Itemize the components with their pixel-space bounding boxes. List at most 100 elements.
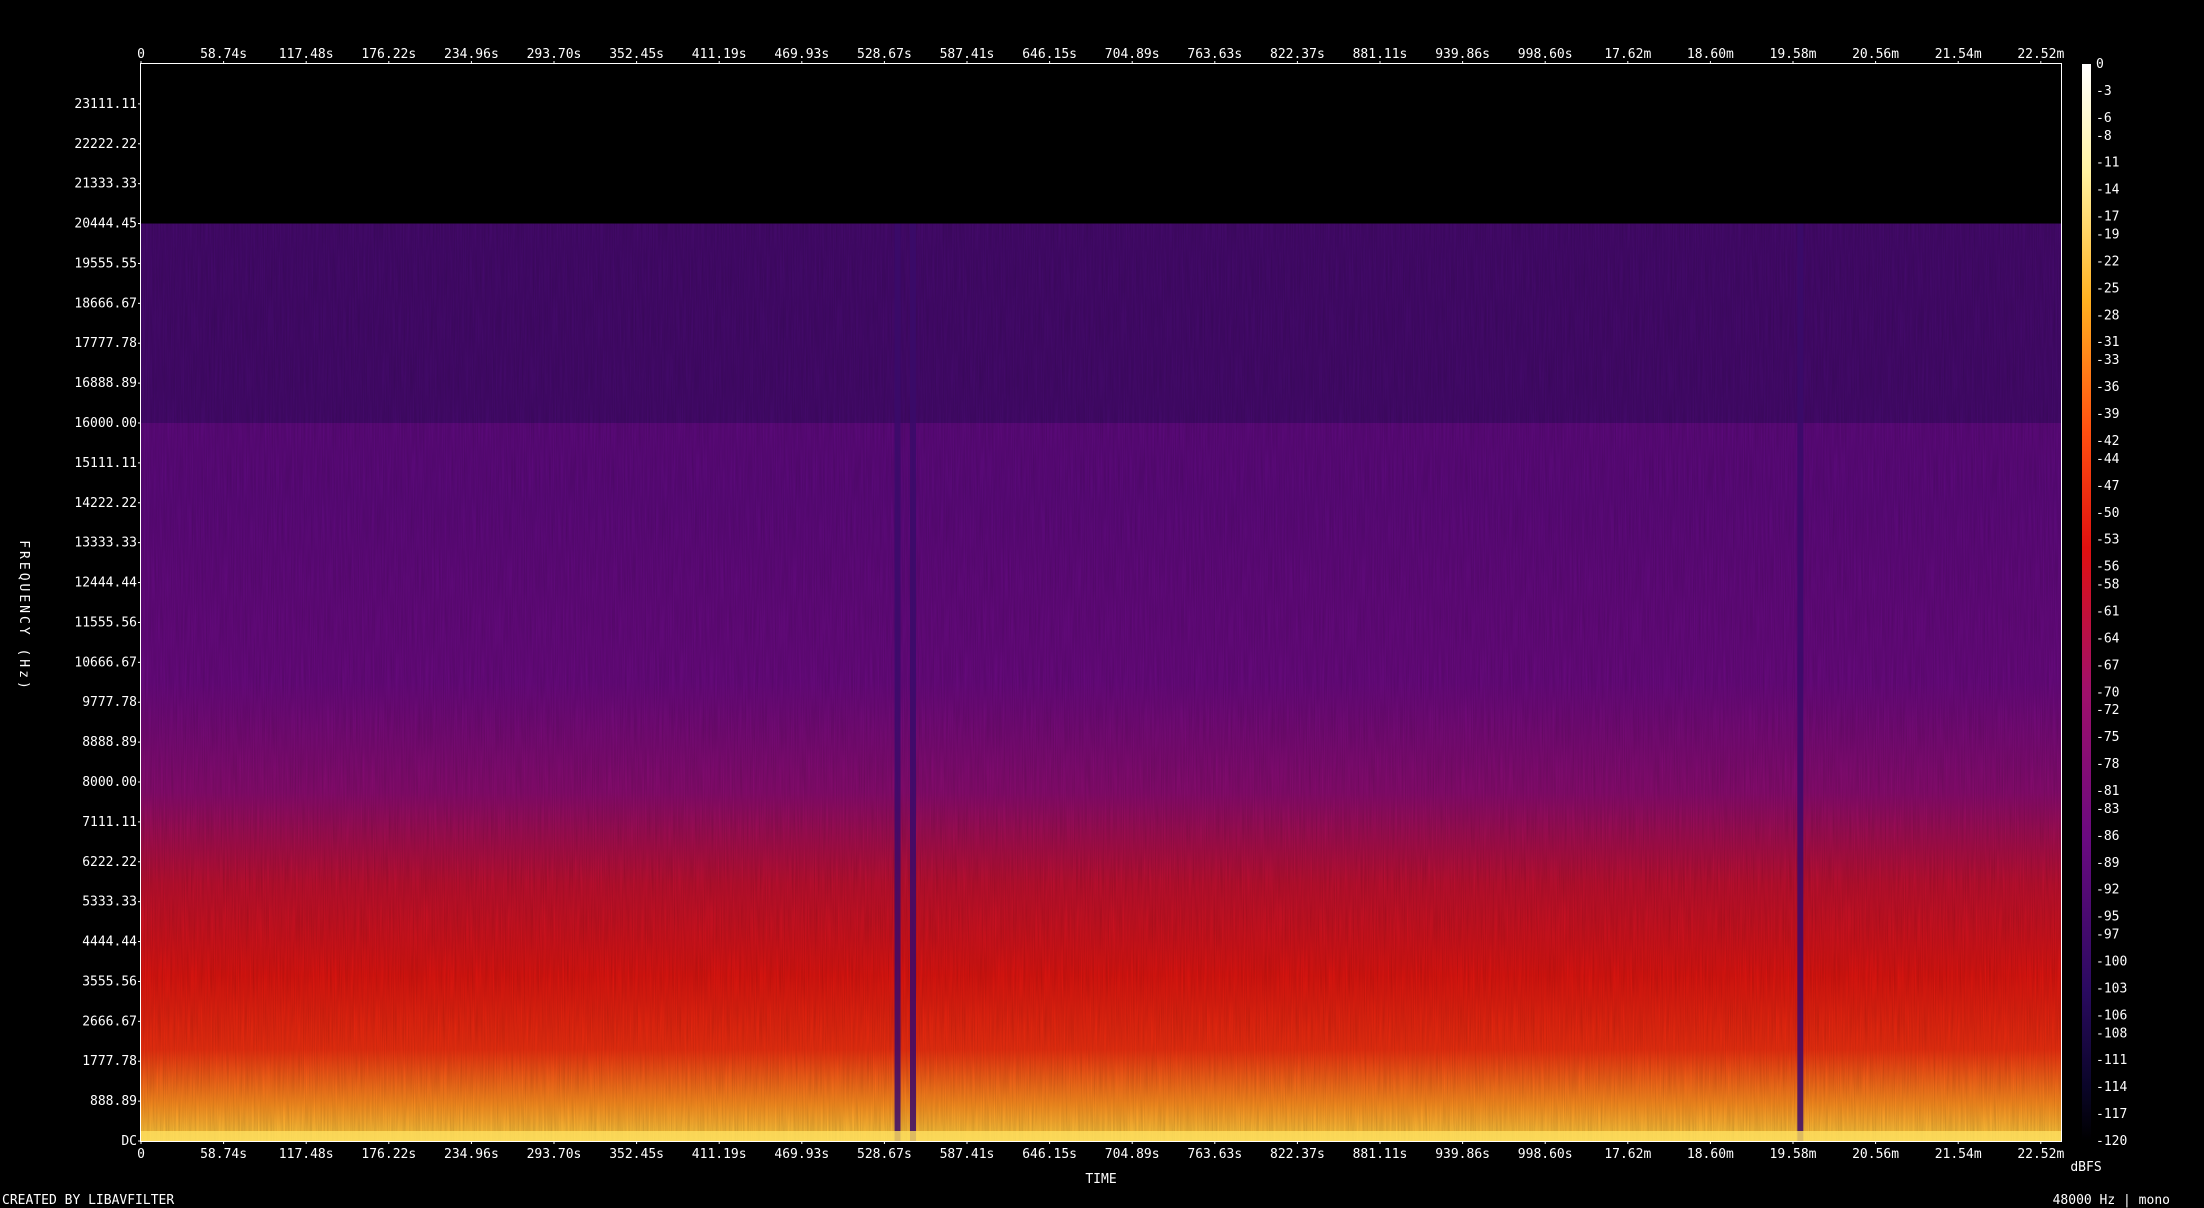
y-tick-label: 21333.33 (74, 177, 137, 192)
x-tick-label: 176.22s (361, 1147, 416, 1162)
x-tick-label: 58.74s (200, 1147, 247, 1162)
colorbar-tick-label: -25 (2096, 281, 2119, 296)
silence-gap (894, 223, 901, 1141)
x-tick-label-top: 646.15s (1022, 47, 1077, 62)
colorbar-tick-label: -50 (2096, 506, 2119, 521)
y-tick-label: 16888.89 (74, 376, 137, 391)
x-tick-label: 939.86s (1435, 1147, 1490, 1162)
x-tick-label-top: 19.58m (1770, 47, 1817, 62)
x-tick-label-top: 763.63s (1187, 47, 1242, 62)
colorbar-tick-label: -95 (2096, 910, 2119, 925)
x-tick-label: 998.60s (1518, 1147, 1573, 1162)
x-tick-label: 763.63s (1187, 1147, 1242, 1162)
x-tick-label: 528.67s (857, 1147, 912, 1162)
y-tick-label: 10666.67 (74, 655, 137, 670)
colorbar-tick-label: -39 (2096, 407, 2119, 422)
colorbar-tick-label: -117 (2096, 1107, 2127, 1122)
y-tick-label: 1777.78 (82, 1054, 137, 1069)
x-tick-label-top: 998.60s (1518, 47, 1573, 62)
x-tick-label-top: 411.19s (692, 47, 747, 62)
colorbar-tick-label: -100 (2096, 955, 2127, 970)
x-tick-label-top: 21.54m (1935, 47, 1982, 62)
colorbar-tick-label: -97 (2096, 928, 2119, 943)
colorbar-tick-label: -14 (2096, 183, 2120, 198)
colorbar-tick-label: -83 (2096, 802, 2119, 817)
colorbar-tick-label: -58 (2096, 578, 2119, 593)
colorbar-tick-label: -3 (2096, 84, 2112, 99)
x-tick-label: 881.11s (1353, 1147, 1408, 1162)
x-tick-label-top: 234.96s (444, 47, 499, 62)
x-tick-label: 17.62m (1604, 1147, 1651, 1162)
y-tick-label: 3555.56 (82, 974, 137, 989)
y-tick-label: 11555.56 (74, 615, 137, 630)
colorbar-tick-label: -36 (2096, 380, 2119, 395)
colorbar-tick-label: -11 (2096, 156, 2119, 171)
y-tick-label: 888.89 (90, 1094, 137, 1109)
colorbar-tick-label: -28 (2096, 308, 2119, 323)
y-tick-label: 15111.11 (74, 456, 137, 471)
y-tick-label: 22222.22 (74, 137, 137, 152)
x-tick-label: 704.89s (1105, 1147, 1160, 1162)
colorbar-tick-label: -61 (2096, 604, 2119, 619)
colorbar-tick-label: -86 (2096, 829, 2119, 844)
low-frequency-band (141, 1131, 2061, 1141)
colorbar-tick-label: -44 (2096, 452, 2120, 467)
colorbar-tick-label: -78 (2096, 757, 2119, 772)
colorbar-tick-label: -53 (2096, 533, 2119, 548)
colorbar-tick-label: -33 (2096, 353, 2119, 368)
y-tick-label: 9777.78 (82, 695, 137, 710)
colorbar-tick-label: -19 (2096, 228, 2119, 243)
colorbar-tick-label: -92 (2096, 883, 2119, 898)
x-tick-label-top: 176.22s (361, 47, 416, 62)
x-tick-label: 587.41s (940, 1147, 995, 1162)
x-tick-label: 469.93s (774, 1147, 829, 1162)
x-tick-label: 18.60m (1687, 1147, 1734, 1162)
x-tick-label: 0 (137, 1147, 145, 1162)
colorbar-tick-label: -56 (2096, 560, 2119, 575)
colorbar-tick-label: -67 (2096, 658, 2119, 673)
y-tick-label: DC (121, 1134, 137, 1149)
x-tick-label-top: 17.62m (1604, 47, 1651, 62)
y-tick-label: 18666.67 (74, 296, 137, 311)
y-tick-label: 7111.11 (82, 815, 137, 830)
footer-format: 48000 Hz | mono (2053, 1193, 2170, 1208)
x-tick-label: 293.70s (527, 1147, 582, 1162)
y-tick-label: 20444.45 (74, 217, 137, 232)
y-axis: DC 888.89 1777.78 2666.67 3555.56 4444.44 5333… (74, 97, 141, 1149)
colorbar-tick-label: -75 (2096, 730, 2119, 745)
colorbar-tick-label: -108 (2096, 1026, 2127, 1041)
x-axis-label: TIME (1085, 1172, 1116, 1187)
x-tick-label-top: 18.60m (1687, 47, 1734, 62)
colorbar: 0 -3 -6 -8 -11 -14 -17 -19 -22 -25 -28 -31 -33 -36 -39… (2070, 57, 2127, 1175)
y-tick-label: 12444.44 (74, 576, 137, 591)
x-tick-label: 822.37s (1270, 1147, 1325, 1162)
y-tick-label: 23111.11 (74, 97, 137, 112)
colorbar-tick-label: -89 (2096, 856, 2119, 871)
colorbar-tick-label: -17 (2096, 210, 2119, 225)
x-tick-label-top: 528.67s (857, 47, 912, 62)
x-tick-label-top: 0 (137, 47, 145, 62)
y-tick-label: 8888.89 (82, 735, 137, 750)
x-tick-label: 19.58m (1770, 1147, 1817, 1162)
colorbar-tick-label: -42 (2096, 434, 2119, 449)
x-axis-bottom: 0 58.74s 117.48s 176.22s 234.96s 293.70s 352.4… (137, 1141, 2064, 1162)
x-tick-label-top: 293.70s (527, 47, 582, 62)
colorbar-tick-label: -64 (2096, 631, 2120, 646)
x-tick-label-top: 22.52m (2017, 47, 2064, 62)
spectrogram-plot (140, 63, 2062, 1142)
colorbar-tick-label: -103 (2096, 981, 2127, 996)
y-axis-label: FREQUENCY (Hz) (16, 540, 31, 692)
colorbar-tick-label: 0 (2096, 57, 2104, 72)
x-tick-label: 117.48s (279, 1147, 334, 1162)
y-tick-label: 16000.00 (74, 416, 137, 431)
colorbar-ticks: 0 -3 -6 -8 -11 -14 -17 -19 -22 -25 -28 -31 -33 -36 -39… (2096, 57, 2127, 1149)
x-tick-label-top: 469.93s (774, 47, 829, 62)
y-tick-label: 8000.00 (82, 775, 137, 790)
footer-credit: CREATED BY LIBAVFILTER (2, 1193, 174, 1208)
x-tick-label-top: 117.48s (279, 47, 334, 62)
colorbar-tick-label: -72 (2096, 703, 2119, 718)
y-tick-label: 6222.22 (82, 855, 137, 870)
x-tick-label-top: 704.89s (1105, 47, 1160, 62)
silence-gap (1797, 223, 1804, 1141)
spectrogram-image (141, 223, 2061, 1141)
